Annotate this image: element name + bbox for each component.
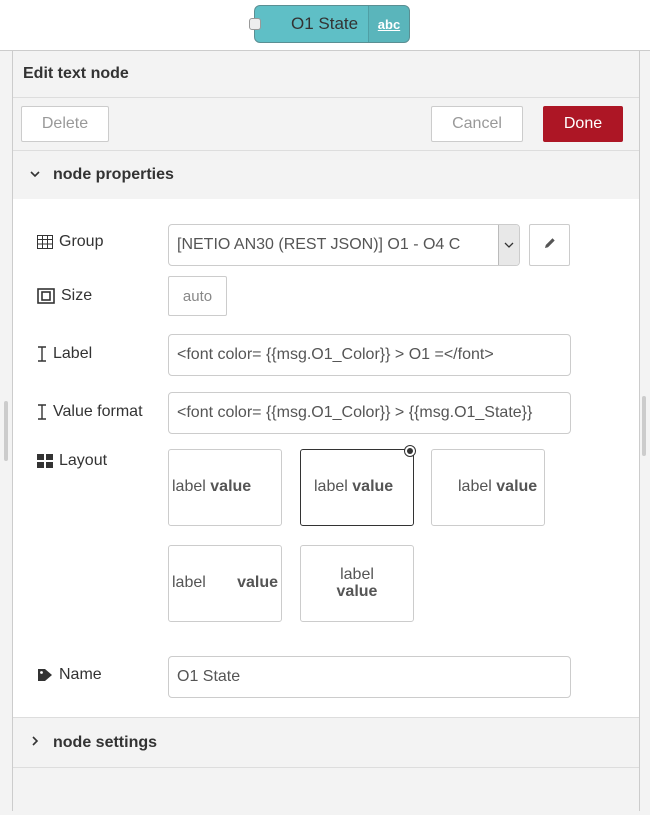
input-port[interactable]: [249, 18, 261, 30]
label-label: Label: [53, 345, 93, 362]
layout-option-label: label: [314, 478, 348, 495]
grid-icon: [37, 454, 53, 468]
group-row-label: Group: [37, 233, 103, 251]
group-select[interactable]: [NETIO AN30 (REST JSON)] O1 - O4 C: [168, 224, 520, 266]
layout-label: Layout: [59, 452, 108, 469]
node-settings-title: node settings: [53, 733, 158, 751]
node-properties-panel: Group [NETIO AN30 (REST JSON)] O1 - O4 C…: [13, 199, 639, 718]
size-button[interactable]: auto: [168, 276, 227, 316]
right-resize-handle[interactable]: [642, 396, 646, 456]
abc-icon: abc: [368, 6, 409, 42]
name-input[interactable]: O1 State: [168, 656, 571, 698]
layout-option-label: label: [172, 478, 206, 495]
tray-header: Edit text node: [13, 51, 639, 98]
label-row-label: Label: [37, 345, 92, 363]
chevron-down-icon[interactable]: [498, 225, 519, 265]
layout-option-row-left[interactable]: label value: [168, 449, 282, 526]
tray-title: Edit text node: [23, 65, 129, 82]
edit-group-button[interactable]: [529, 224, 570, 266]
group-select-value: [NETIO AN30 (REST JSON)] O1 - O4 C: [177, 236, 461, 253]
layout-option-value: value: [352, 478, 394, 495]
layout-option-value: value: [496, 478, 538, 495]
table-icon: [37, 235, 53, 249]
edit-tray-panel: Edit text node Delete Cancel Done node p…: [12, 51, 640, 811]
chevron-down-icon: [29, 168, 41, 183]
resize-icon: [37, 288, 55, 304]
pencil-icon: [543, 236, 557, 255]
layout-option-row-center[interactable]: label value: [300, 445, 416, 526]
format-row-label: Value format: [37, 403, 143, 421]
edit-tray: Edit text node Delete Cancel Done node p…: [0, 50, 650, 815]
layout-option-row-right[interactable]: label value: [431, 449, 545, 526]
done-button[interactable]: Done: [543, 106, 623, 142]
tray-toolbar: Delete Cancel Done: [13, 98, 639, 151]
layout-option-label: label: [340, 566, 374, 583]
layout-option-value: value: [237, 574, 278, 591]
name-label: Name: [59, 666, 102, 683]
abc-icon-text: abc: [377, 16, 401, 32]
tag-icon: [37, 668, 53, 682]
selected-radio-icon: [404, 445, 416, 457]
size-row-label: Size: [37, 287, 92, 305]
name-row-label: Name: [37, 666, 102, 684]
layout-option-label: label: [172, 574, 206, 591]
layout-option-row-spread[interactable]: label value: [168, 545, 282, 622]
format-label: Value format: [53, 403, 143, 420]
layout-option-label: label: [458, 478, 492, 495]
node-properties-title: node properties: [53, 166, 174, 183]
label-input[interactable]: <font color= {{msg.O1_Color}} > O1 =</fo…: [168, 334, 571, 376]
delete-button[interactable]: Delete: [21, 106, 109, 142]
size-label: Size: [61, 287, 93, 304]
node-settings-header[interactable]: node settings: [13, 718, 639, 768]
layout-option-column[interactable]: label value: [300, 545, 414, 622]
value-format-input[interactable]: <font color= {{msg.O1_Color}} > {{msg.O1…: [168, 392, 571, 434]
cancel-button[interactable]: Cancel: [431, 106, 523, 142]
layout-option-value: value: [210, 478, 252, 495]
chevron-right-icon: [29, 735, 41, 750]
layout-row-label: Layout: [37, 452, 107, 470]
text-cursor-icon: [37, 346, 47, 362]
group-label: Group: [59, 233, 104, 250]
text-cursor-icon: [37, 404, 47, 420]
left-resize-handle[interactable]: [4, 401, 8, 461]
node-properties-header[interactable]: node properties: [13, 152, 639, 198]
text-node[interactable]: O1 State abc: [249, 5, 410, 43]
layout-option-value: value: [336, 583, 378, 600]
node-label: O1 State: [291, 14, 359, 33]
